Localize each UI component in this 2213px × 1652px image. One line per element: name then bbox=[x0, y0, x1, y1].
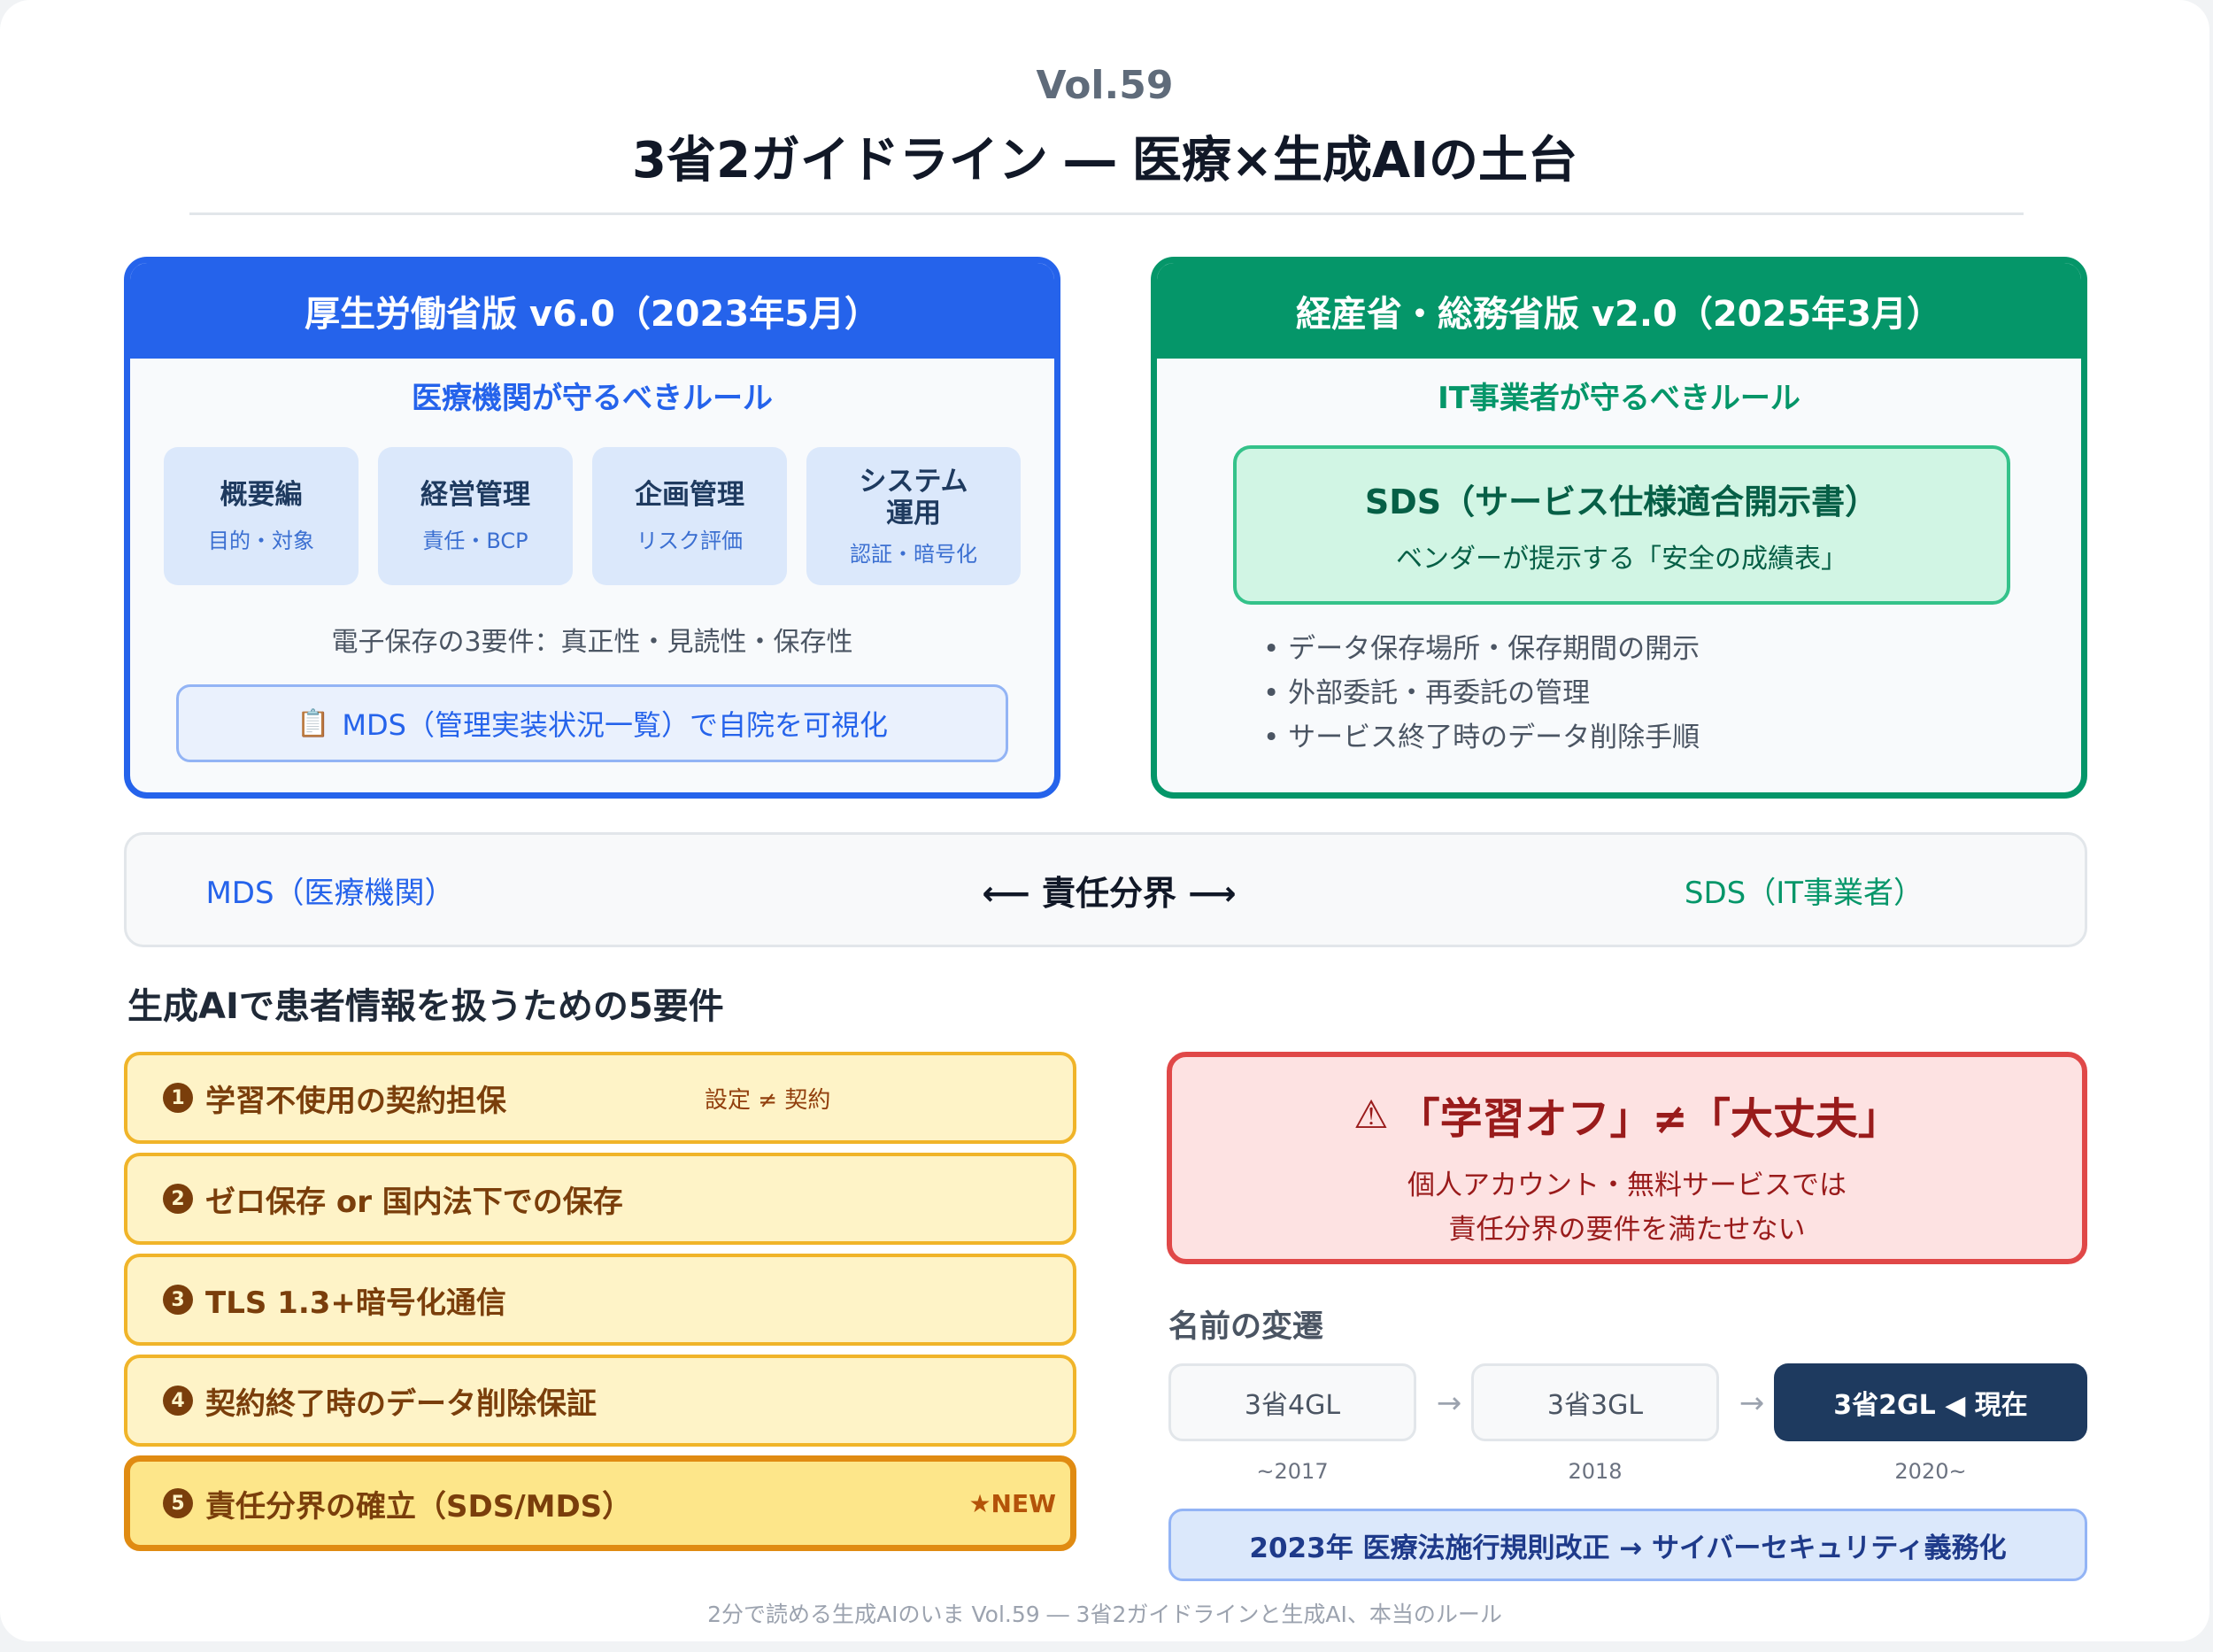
arrow-right-icon: → bbox=[1436, 1386, 1462, 1421]
sds-description: ベンダーが提示する「安全の成績表」 bbox=[1396, 544, 1847, 575]
tile-note: 認証・暗号化 bbox=[850, 541, 977, 567]
band-left-mds: MDS（医療機関） bbox=[205, 875, 455, 911]
responsibility-band: MDS（医療機関） ⟵ 責任分界 ⟶ SDS（IT事業者） bbox=[124, 832, 2087, 947]
tile-name: 企画管理 bbox=[635, 478, 744, 511]
sds-box: SDS（サービス仕様適合開示書） ベンダーが提示する「安全の成績表」 bbox=[1233, 445, 2010, 605]
sds-title: SDS（サービス仕様適合開示書） bbox=[1364, 482, 1879, 521]
requirement-row: 3 TLS 1.3+暗号化通信 bbox=[124, 1254, 1076, 1346]
storage-requirements: 電子保存の3要件：真正性・見読性・保存性 bbox=[331, 627, 853, 658]
warning-title-row: ⚠ 「学習オフ」≠「大丈夫」 bbox=[1172, 1084, 2082, 1146]
requirement-row: 1 学習不使用の契約担保 設定 ≠ 契約 bbox=[124, 1052, 1076, 1144]
requirement-row: 4 契約終了時のデータ削除保証 bbox=[124, 1355, 1076, 1447]
warning-line-2: 責任分界の要件を満たせない bbox=[1448, 1213, 1806, 1246]
meti-bullet-2: • 外部委託・再委託の管理 bbox=[1263, 677, 1591, 709]
page-card: Vol.59 3省2ガイドライン ― 医療×生成AIの土台 厚生労働省版 v6.… bbox=[0, 0, 2209, 1641]
mhlw-panel: 厚生労働省版 v6.0（2023年5月） 医療機関が守るべきルール 概要編 目的… bbox=[124, 257, 1060, 799]
number-badge: 1 bbox=[163, 1083, 193, 1113]
history-step-label: 3省3GL bbox=[1546, 1390, 1644, 1421]
warning-line-1: 個人アカウント・無料サービスでは bbox=[1407, 1169, 1847, 1201]
tile-name: 経営管理 bbox=[420, 478, 530, 511]
warning-title: 「学習オフ」≠「大丈夫」 bbox=[1397, 1094, 1901, 1144]
arrow-right-icon: → bbox=[1739, 1386, 1765, 1421]
meti-panel: 経産省・総務省版 v2.0（2025年3月） IT事業者が守るべきルール SDS… bbox=[1151, 257, 2087, 799]
history-step-3gl: 3省3GL bbox=[1471, 1363, 1719, 1441]
tile-name-line2: 運用 bbox=[886, 497, 941, 529]
mhlw-panel-title: 厚生労働省版 v6.0（2023年5月） bbox=[130, 263, 1054, 359]
number-badge: 3 bbox=[163, 1285, 193, 1315]
tile-management: 経営管理 責任・BCP bbox=[378, 447, 573, 585]
meti-bullet-1: • データ保存場所・保存期間の開示 bbox=[1263, 633, 1700, 665]
history-step-label: 3省4GL bbox=[1244, 1390, 1341, 1421]
history-step-4gl: 3省4GL bbox=[1168, 1363, 1416, 1441]
tile-note: リスク評価 bbox=[636, 528, 743, 553]
requirement-text: 学習不使用の契約担保 bbox=[205, 1083, 506, 1119]
history-year: 2018 bbox=[1568, 1459, 1623, 1484]
tile-note: 責任・BCP bbox=[422, 528, 528, 553]
requirement-text: TLS 1.3+暗号化通信 bbox=[205, 1285, 506, 1321]
requirement-row-highlighted: 5 責任分界の確立（SDS/MDS） ★NEW bbox=[124, 1455, 1076, 1551]
history-heading: 名前の変遷 bbox=[1168, 1309, 1324, 1345]
volume-label: Vol.59 bbox=[1036, 62, 1174, 108]
footer-caption: 2分で読める生成AIのいま Vol.59 ― 3省2ガイドラインと生成AI、本当… bbox=[707, 1602, 1502, 1627]
warning-box: ⚠ 「学習オフ」≠「大丈夫」 個人アカウント・無料サービスでは 責任分界の要件を… bbox=[1167, 1052, 2087, 1264]
meti-panel-title: 経産省・総務省版 v2.0（2025年3月） bbox=[1157, 263, 2081, 359]
tile-overview: 概要編 目的・対象 bbox=[164, 447, 359, 585]
band-center-label: ⟵ 責任分界 ⟶ bbox=[982, 873, 1237, 913]
number-badge: 4 bbox=[163, 1386, 193, 1416]
warning-icon: ⚠ bbox=[1353, 1092, 1389, 1138]
law-amendment-note: 2023年 医療法施行規則改正 → サイバーセキュリティ義務化 bbox=[1168, 1509, 2087, 1581]
tile-planning: 企画管理 リスク評価 bbox=[592, 447, 787, 585]
page-title: 3省2ガイドライン ― 医療×生成AIの土台 bbox=[631, 131, 1578, 189]
band-right-sds: SDS（IT事業者） bbox=[1684, 875, 1924, 911]
history-step-current: 3省2GL ◀ 現在 bbox=[1774, 1363, 2087, 1441]
clipboard-icon: 📋 bbox=[297, 707, 330, 739]
tile-name: 概要編 bbox=[220, 478, 303, 511]
tile-system-operation: システム 運用 認証・暗号化 bbox=[806, 447, 1021, 585]
tile-note: 目的・対象 bbox=[208, 528, 314, 553]
requirement-row: 2 ゼロ保存 or 国内法下での保存 bbox=[124, 1153, 1076, 1245]
new-badge: ★NEW bbox=[968, 1488, 1056, 1518]
mhlw-panel-subtitle: 医療機関が守るべきルール bbox=[412, 380, 773, 416]
history-year: ~2017 bbox=[1256, 1459, 1329, 1484]
number-badge: 5 bbox=[163, 1488, 193, 1518]
history-year: 2020~ bbox=[1894, 1459, 1967, 1484]
requirement-note: 設定 ≠ 契約 bbox=[705, 1086, 831, 1114]
header-divider bbox=[189, 212, 2024, 215]
number-badge: 2 bbox=[163, 1184, 193, 1214]
mds-callout-text: MDS（管理実装状況一覧）で自院を可視化 bbox=[342, 708, 888, 742]
meti-panel-subtitle: IT事業者が守るべきルール bbox=[1438, 380, 1800, 416]
requirement-text: 責任分界の確立（SDS/MDS） bbox=[205, 1488, 633, 1525]
requirement-text: 契約終了時のデータ削除保証 bbox=[205, 1386, 597, 1422]
meti-bullet-3: • サービス終了時のデータ削除手順 bbox=[1263, 722, 1700, 753]
history-step-label: 3省2GL ◀ 現在 bbox=[1833, 1390, 2028, 1421]
tile-name-line1: システム bbox=[859, 465, 968, 498]
requirement-text: ゼロ保存 or 国内法下での保存 bbox=[205, 1184, 623, 1220]
requirements-heading: 生成AIで患者情報を扱うための5要件 bbox=[127, 986, 724, 1027]
mds-callout: 📋 MDS（管理実装状況一覧）で自院を可視化 bbox=[176, 684, 1008, 762]
